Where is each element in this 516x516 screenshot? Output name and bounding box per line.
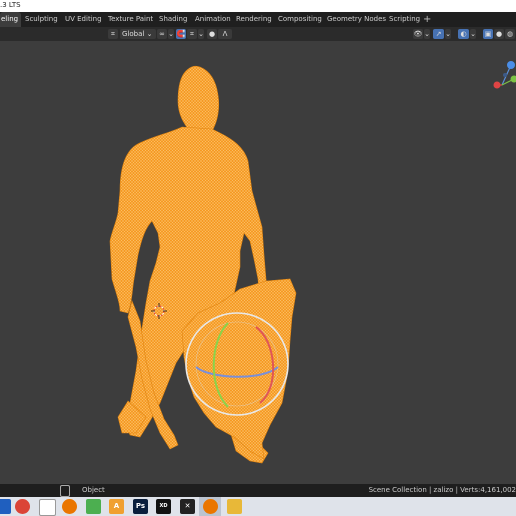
transform-orientation-dropdown[interactable]: Global ⌄ — [120, 29, 156, 39]
status-bar: Object Scene Collection | zalizo | Verts… — [0, 484, 516, 497]
chevron-down-icon[interactable]: ⌄ — [424, 29, 430, 39]
overlays-toggle-icon[interactable]: ◐ — [458, 29, 469, 39]
tab-texture-paint[interactable]: Texture Paint — [108, 12, 153, 27]
chevron-down-icon[interactable]: ⌄ — [470, 29, 476, 39]
3d-viewport[interactable] — [0, 41, 516, 484]
app-icon-2[interactable] — [86, 499, 101, 514]
app-icon-3[interactable]: A — [109, 499, 124, 514]
snap-icon[interactable]: 🧲 — [176, 29, 186, 39]
app-icon-4[interactable]: XD — [156, 499, 171, 514]
chevron-down-icon[interactable]: ⌄ — [445, 29, 451, 39]
proportional-editing-icon[interactable]: ● — [207, 29, 217, 39]
status-mouse-label: Object — [82, 486, 105, 494]
shading-solid-icon[interactable]: ● — [494, 29, 504, 39]
x-axis-handle — [493, 81, 501, 89]
falloff-dropdown[interactable]: Λ — [218, 29, 232, 39]
status-scene-info: Scene Collection | zalizo | Verts:4,161,… — [368, 486, 516, 494]
viewport-header: ⌗ Global ⌄ ∞ ⌄ 🧲 ⌗ ⌄ ● Λ 👁 ⌄ ↗ ⌄ ◐ ⌄ ▣ ●… — [0, 27, 516, 41]
add-workspace-button[interactable]: + — [423, 12, 431, 27]
snap-target-icon[interactable]: ⌗ — [187, 29, 197, 39]
z-axis-handle — [507, 61, 515, 69]
blender-icon[interactable] — [62, 499, 77, 514]
tab-layout[interactable]: eling — [0, 12, 21, 27]
tab-uv-editing[interactable]: UV Editing — [65, 12, 102, 27]
tab-shading[interactable]: Shading — [159, 12, 187, 27]
app-version-label: .3 LTS — [0, 1, 21, 9]
shading-material-icon[interactable]: ◍ — [505, 29, 515, 39]
gizmo-toggle-icon[interactable]: ↗ — [433, 29, 444, 39]
chevron-down-icon[interactable]: ⌄ — [198, 29, 204, 39]
windows-start-icon[interactable] — [0, 499, 11, 514]
mouse-icon — [60, 485, 70, 497]
link-icon[interactable]: ∞ — [157, 29, 167, 39]
visibility-eye-icon[interactable]: 👁 — [413, 29, 423, 39]
folder-icon[interactable] — [227, 499, 242, 514]
blender-icon-2[interactable] — [203, 499, 218, 514]
title-bar: .3 LTS — [0, 0, 516, 12]
chevron-down-icon: ⌄ — [146, 30, 153, 38]
os-taskbar: A Ps XD ✕ — [0, 497, 516, 516]
tab-rendering[interactable]: Rendering — [236, 12, 272, 27]
transform-pivot-icon[interactable]: ⌗ — [108, 29, 118, 39]
chrome-icon[interactable] — [15, 499, 30, 514]
navigation-gizmo[interactable] — [493, 61, 516, 89]
viewport-canvas — [109, 61, 516, 464]
xray-toggle-icon[interactable]: ▣ — [483, 29, 493, 39]
chevron-down-icon[interactable]: ⌄ — [168, 29, 174, 39]
photoshop-icon[interactable]: Ps — [133, 499, 148, 514]
y-axis-handle — [510, 75, 516, 83]
app-icon-1[interactable] — [39, 499, 56, 516]
tab-compositing[interactable]: Compositing — [278, 12, 322, 27]
tab-sculpting[interactable]: Sculpting — [25, 12, 58, 27]
tab-animation[interactable]: Animation — [195, 12, 231, 27]
tab-scripting[interactable]: Scripting — [389, 12, 420, 27]
app-icon-5[interactable]: ✕ — [180, 499, 195, 514]
tab-geometry-nodes[interactable]: Geometry Nodes — [327, 12, 386, 27]
orientation-label: Global — [122, 30, 145, 38]
workspace-tabs: eling Sculpting UV Editing Texture Paint… — [0, 12, 516, 28]
